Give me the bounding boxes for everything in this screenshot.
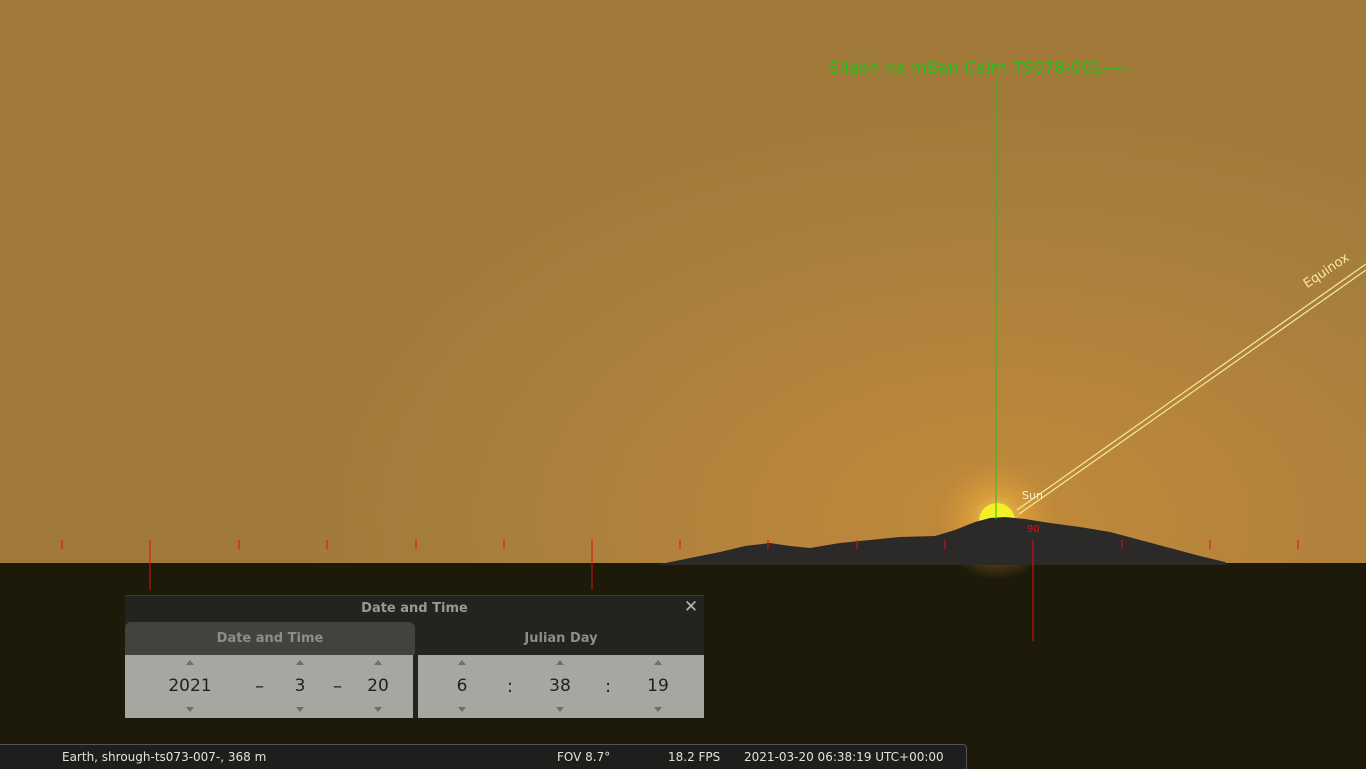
arrow-up-icon[interactable] (186, 660, 194, 665)
dialog-title[interactable]: Date and Time (125, 596, 704, 622)
hour-spinner[interactable]: 6 (442, 655, 482, 718)
time-separator: : (605, 676, 612, 697)
tab-julian-day[interactable]: Julian Day (418, 622, 704, 655)
equinox-line (1016, 263, 1366, 511)
second-spinner[interactable]: 19 (638, 655, 678, 718)
year-spinner[interactable]: 2021 (160, 655, 220, 718)
fps-text: 18.2 FPS (668, 750, 721, 764)
day-value[interactable]: 20 (358, 676, 398, 696)
sun-label[interactable]: Sun (1022, 489, 1043, 502)
location-text[interactable]: Earth, shrough-ts073-007-, 368 m (62, 750, 266, 764)
arrow-down-icon[interactable] (654, 707, 662, 712)
target-label[interactable]: Sliabh na mBan Cairn TS078-001---- (829, 58, 1127, 77)
close-icon[interactable]: ✕ (683, 599, 699, 616)
tab-date-and-time[interactable]: Date and Time (125, 622, 415, 655)
second-value[interactable]: 19 (638, 676, 678, 696)
equinox-line-2 (1018, 269, 1366, 515)
time-separator: : (507, 676, 514, 697)
month-spinner[interactable]: 3 (280, 655, 320, 718)
minute-spinner[interactable]: 38 (540, 655, 580, 718)
arrow-down-icon[interactable] (186, 707, 194, 712)
arrow-up-icon[interactable] (654, 660, 662, 665)
arrow-up-icon[interactable] (374, 660, 382, 665)
arrow-down-icon[interactable] (374, 707, 382, 712)
arrow-down-icon[interactable] (296, 707, 304, 712)
month-value[interactable]: 3 (280, 676, 320, 696)
datetime-text[interactable]: 2021-03-20 06:38:19 UTC+00:00 (744, 750, 944, 764)
arrow-up-icon[interactable] (556, 660, 564, 665)
arrow-up-icon[interactable] (296, 660, 304, 665)
time-panel: 6 : 38 : 19 (418, 655, 704, 718)
date-separator: – (255, 676, 264, 697)
arrow-down-icon[interactable] (458, 707, 466, 712)
azimuth-label: 90 (1027, 524, 1040, 535)
date-separator: – (333, 676, 342, 697)
hour-value[interactable]: 6 (442, 676, 482, 696)
arrow-up-icon[interactable] (458, 660, 466, 665)
status-bar: Earth, shrough-ts073-007-, 368 m FOV 8.7… (0, 744, 967, 769)
fov-text: FOV 8.7° (557, 750, 611, 764)
date-time-dialog: Date and Time ✕ Date and Time Julian Day… (125, 595, 704, 718)
date-panel: 2021 – 3 – 20 (125, 655, 413, 718)
year-value[interactable]: 2021 (160, 676, 220, 696)
minute-value[interactable]: 38 (540, 676, 580, 696)
day-spinner[interactable]: 20 (358, 655, 398, 718)
arrow-down-icon[interactable] (556, 707, 564, 712)
